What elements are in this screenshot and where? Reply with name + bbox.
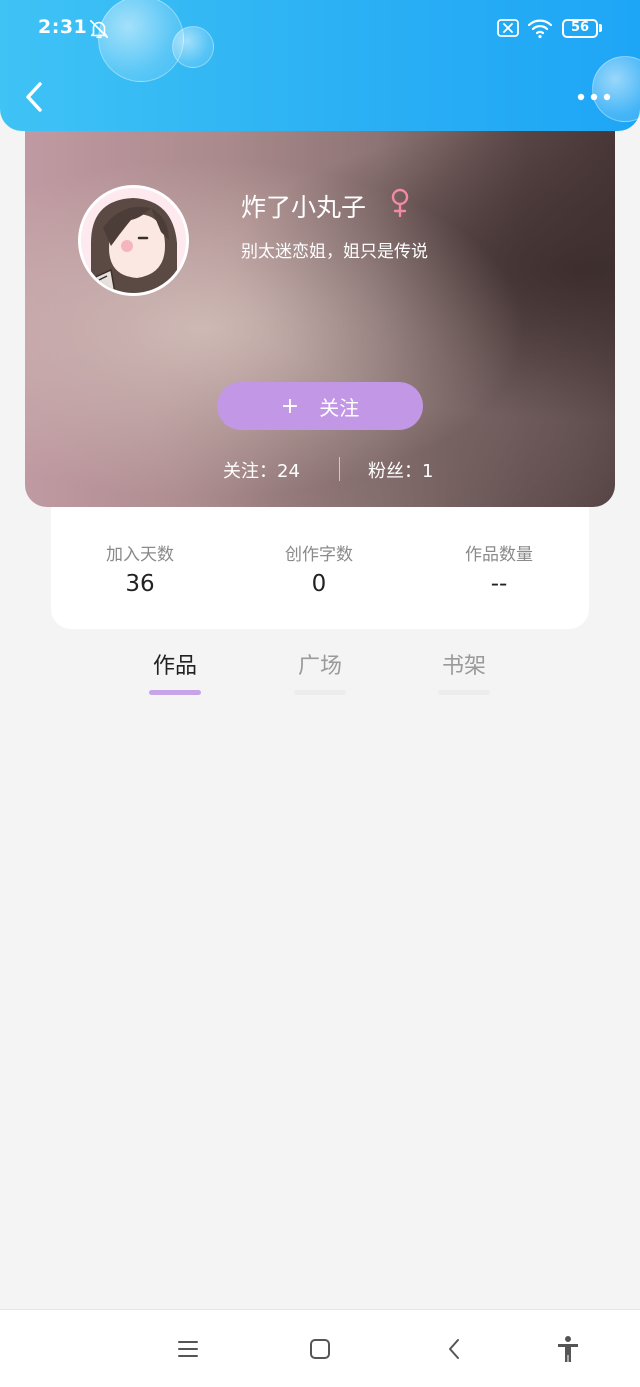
- home-icon[interactable]: [305, 1334, 335, 1364]
- stat-word-count: 创作字数 0: [239, 540, 399, 597]
- stat-value: 36: [125, 571, 155, 597]
- battery-nub: [599, 24, 602, 32]
- stats-card: 加入天数 36 创作字数 0 作品数量 --: [51, 490, 589, 629]
- battery-level: 56: [570, 20, 590, 35]
- stat-label: 加入天数: [106, 545, 174, 565]
- profile-card: 炸了小丸子 别太迷恋姐，姐只是传说 + 关注 关注：24 粉丝：1: [25, 112, 615, 507]
- stat-label: 创作字数: [285, 545, 353, 565]
- bell-off-icon: [89, 19, 109, 39]
- stat-value: --: [490, 571, 508, 597]
- system-nav-bar: [0, 1309, 640, 1387]
- stat-label: 作品数量: [465, 545, 533, 565]
- menu-icon[interactable]: [173, 1334, 203, 1364]
- avatar-illustration: [81, 188, 186, 293]
- tab-works[interactable]: 作品: [140, 648, 210, 695]
- decor-bubble: [98, 0, 184, 82]
- plus-icon: +: [280, 393, 300, 419]
- stat-works-count: 作品数量 --: [419, 540, 579, 597]
- stats-divider: [339, 457, 340, 481]
- fans-count[interactable]: 粉丝：1: [368, 457, 433, 483]
- battery-icon: 56: [562, 19, 598, 38]
- tab-label: 作品: [152, 654, 197, 679]
- tab-square[interactable]: 广场: [285, 648, 355, 695]
- tab-label: 书架: [441, 654, 486, 679]
- tab-indicator: [438, 690, 490, 695]
- bio: 别太迷恋姐，姐只是传说: [241, 242, 428, 262]
- sim-x-icon: [497, 19, 519, 37]
- back-icon[interactable]: [20, 78, 50, 116]
- wifi-icon: [527, 19, 553, 39]
- app-header: 2:31 56: [0, 0, 640, 131]
- tab-bookshelf[interactable]: 书架: [429, 648, 499, 695]
- accessibility-icon[interactable]: [553, 1334, 583, 1364]
- nickname: 炸了小丸子: [241, 193, 367, 222]
- tab-indicator: [294, 690, 346, 695]
- female-icon: [391, 188, 409, 218]
- decor-bubble: [172, 26, 214, 68]
- tab-label: 广场: [297, 654, 342, 679]
- following-count[interactable]: 关注：24: [223, 457, 300, 483]
- tab-indicator: [149, 690, 201, 695]
- stat-join-days: 加入天数 36: [60, 540, 220, 597]
- more-icon[interactable]: [574, 86, 614, 108]
- status-time: 2:31: [38, 16, 88, 38]
- follow-button[interactable]: + 关注: [217, 382, 423, 430]
- avatar[interactable]: [78, 185, 189, 296]
- stat-value: 0: [311, 571, 327, 597]
- back-nav-icon[interactable]: [440, 1334, 470, 1364]
- follow-label: 关注: [319, 395, 360, 420]
